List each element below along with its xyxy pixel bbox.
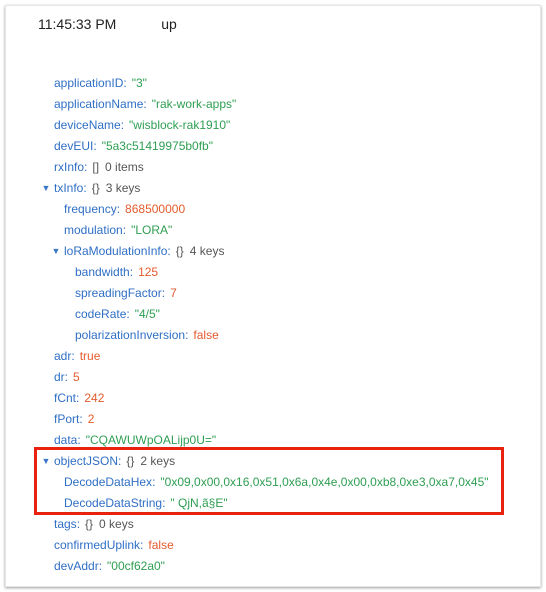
field-key: txInfo [54, 181, 84, 195]
field-devEUI: devEUI: "5a3c51419975b0fb" [54, 139, 213, 153]
field-fPort: fPort: 2 [54, 412, 95, 426]
field-key: polarizationInversion [75, 328, 186, 342]
field-key: devAddr [54, 559, 99, 573]
field-key: fPort [54, 412, 80, 426]
field-dr: dr: 5 [54, 370, 80, 384]
field-value: 125 [138, 265, 159, 279]
key-count: 0 keys [99, 517, 134, 531]
field-key: loRaModulationInfo [64, 244, 168, 258]
field-value: "3" [131, 76, 147, 90]
field-codeRate: codeRate: "4/5" [75, 307, 160, 321]
field-applicationID: applicationID: "3" [54, 76, 147, 90]
key-count: 4 keys [189, 244, 225, 258]
field-modulation: modulation: "LORA" [64, 223, 173, 237]
field-key: data [54, 433, 78, 447]
field-value: false [193, 328, 219, 342]
object-brace: {} [85, 517, 94, 531]
field-value: "5a3c51419975b0fb" [101, 139, 213, 153]
field-key: spreadingFactor [75, 286, 162, 300]
field-key: modulation [64, 223, 123, 237]
field-key: devEUI [54, 139, 94, 153]
field-adr: adr: true [54, 349, 101, 363]
highlight-box [34, 447, 504, 515]
field-key: confirmedUplink [54, 538, 141, 552]
field-value: 242 [84, 391, 105, 405]
field-key: fCnt [54, 391, 77, 405]
field-value: "LORA" [131, 223, 173, 237]
item-count: 0 items [105, 160, 144, 174]
field-txInfo[interactable]: ▼ txInfo:{} 3 keys [42, 179, 141, 197]
field-key: adr [54, 349, 72, 363]
field-value: 7 [170, 286, 177, 300]
field-rxInfo[interactable]: rxInfo:[] 0 items [54, 158, 144, 176]
field-key: applicationName [54, 97, 144, 111]
field-value: 5 [73, 370, 80, 384]
field-polarizationInversion: polarizationInversion: false [75, 328, 219, 342]
field-bandwidth: bandwidth: 125 [75, 265, 159, 279]
field-key: codeRate [75, 307, 127, 321]
field-devAddr: devAddr: "00cf62a0" [54, 559, 165, 573]
field-key: dr [54, 370, 65, 384]
field-key: bandwidth [75, 265, 130, 279]
field-value: "4/5" [134, 307, 160, 321]
object-brace: {} [91, 181, 100, 195]
field-value: "00cf62a0" [107, 559, 165, 573]
field-loRaModulationInfo[interactable]: ▼ loRaModulationInfo:{} 4 keys [52, 242, 225, 260]
field-value: false [148, 538, 174, 552]
object-brace: {} [175, 244, 184, 258]
field-value: 2 [87, 412, 95, 426]
field-key: applicationID [54, 76, 124, 90]
field-tags[interactable]: tags:{} 0 keys [54, 515, 134, 533]
field-frequency: frequency: 868500000 [64, 202, 186, 216]
field-value: true [79, 349, 101, 363]
field-confirmedUplink: confirmedUplink: false [54, 538, 174, 552]
array-brace: [] [92, 160, 100, 174]
caret-down-icon[interactable]: ▼ [50, 242, 62, 260]
event-time: 11:45:33 PM [38, 16, 117, 32]
event-type: up [161, 16, 177, 32]
field-value: 868500000 [125, 202, 186, 216]
field-spreadingFactor: spreadingFactor: 7 [75, 286, 177, 300]
event-header: 11:45:33 PM up [38, 16, 177, 38]
key-count: 3 keys [105, 181, 141, 195]
field-key: frequency [64, 202, 117, 216]
field-value: "CQAWUWpOALijp0U=" [85, 433, 217, 447]
field-applicationName: applicationName: "rak-work-apps" [54, 97, 237, 111]
field-key: tags [54, 517, 77, 531]
field-key: rxInfo [54, 160, 85, 174]
field-deviceName: deviceName: "wisblock-rak1910" [54, 118, 231, 132]
caret-down-icon[interactable]: ▼ [40, 179, 52, 197]
field-fCnt: fCnt: 242 [54, 391, 105, 405]
field-value: "rak-work-apps" [151, 97, 237, 111]
event-card: 11:45:33 PM up applicationID: "3" applica… [5, 5, 541, 587]
field-key: deviceName [54, 118, 121, 132]
field-value: "wisblock-rak1910" [129, 118, 231, 132]
